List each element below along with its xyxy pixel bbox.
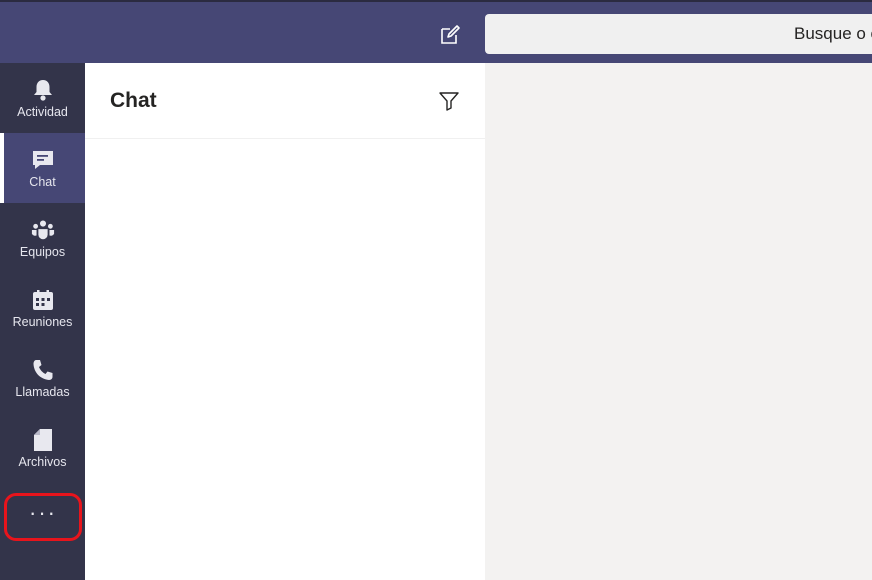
chat-icon	[31, 148, 55, 172]
file-icon	[31, 428, 55, 452]
filter-button[interactable]	[437, 89, 461, 113]
phone-icon	[31, 358, 55, 382]
rail-label: Actividad	[17, 104, 68, 119]
page-title: Chat	[110, 89, 157, 112]
rail-item-equipos[interactable]: Equipos	[0, 203, 85, 273]
calendar-icon	[31, 288, 55, 312]
rail-label: Llamadas	[15, 384, 70, 399]
more-icon: ···	[29, 500, 57, 525]
main-content	[485, 63, 872, 580]
search-input[interactable]	[485, 14, 872, 54]
rail-label: Equipos	[19, 244, 66, 259]
rail-item-chat[interactable]: Chat	[0, 133, 85, 203]
more-apps-button[interactable]: ···	[4, 493, 82, 541]
rail-item-llamadas[interactable]: Llamadas	[0, 343, 85, 413]
teams-icon	[31, 218, 55, 242]
rail-label: Archivos	[18, 454, 67, 469]
rail-item-archivos[interactable]: Archivos	[0, 413, 85, 483]
rail-label: Chat	[29, 174, 56, 189]
chat-header: Chat	[85, 63, 485, 139]
compose-button[interactable]	[437, 22, 463, 48]
rail-label: Reuniones	[12, 314, 73, 329]
app-bar: Actividad Chat Equipos Reuniones Llamada…	[0, 63, 85, 580]
filter-icon	[439, 92, 459, 111]
rail-item-reuniones[interactable]: Reuniones	[0, 273, 85, 343]
rail-item-actividad[interactable]: Actividad	[0, 63, 85, 133]
bell-icon	[31, 78, 55, 102]
compose-icon	[441, 25, 460, 44]
chat-list-panel: Chat	[85, 63, 485, 580]
top-bar	[0, 0, 872, 63]
